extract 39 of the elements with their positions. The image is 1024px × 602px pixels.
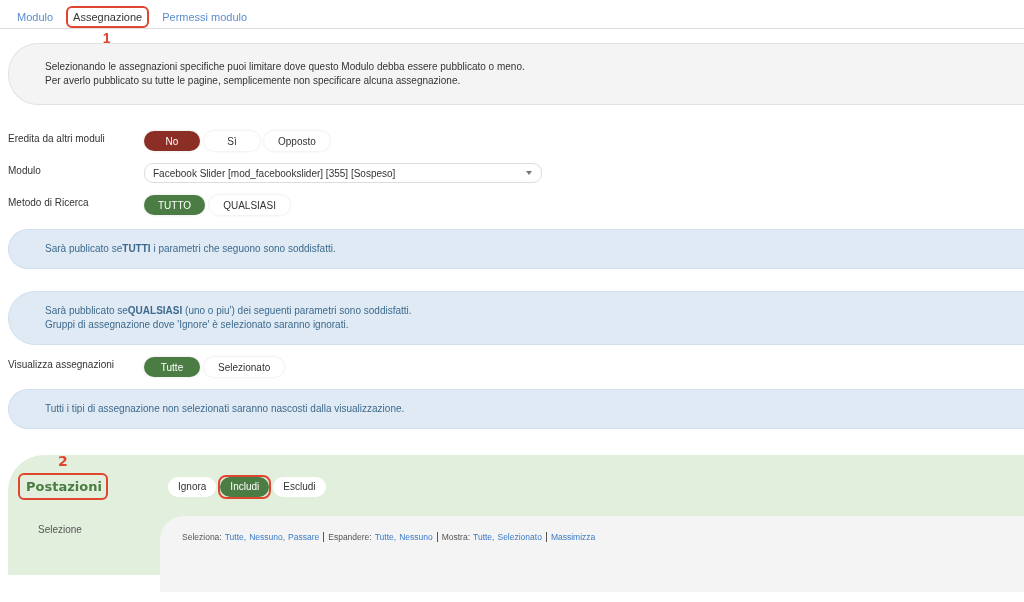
link-group-label: Mostra: bbox=[441, 532, 471, 542]
toggle-option[interactable]: Escludi bbox=[273, 476, 326, 497]
tab[interactable]: Modulo bbox=[10, 6, 61, 28]
caret-icon bbox=[525, 170, 533, 176]
toggle-option[interactable]: QUALSIASI bbox=[209, 195, 290, 215]
step-number: 2 bbox=[58, 453, 68, 469]
action-link[interactable]: Massimizza bbox=[550, 532, 596, 542]
notice-text: Selezionando le assegnazioni specifiche puoi limitare dove questo Modulo debba essere pubblicato o meno. bbox=[45, 60, 526, 74]
module-dropdown[interactable]: Facebook Slider [mod_facebookslider] [355] [Sospeso] bbox=[144, 163, 542, 183]
action-link[interactable]: Tutte, bbox=[374, 532, 397, 542]
action-link[interactable]: Nessuno bbox=[399, 532, 433, 542]
toggle-option[interactable]: TUTTO bbox=[144, 195, 206, 215]
toggle-option[interactable]: Includi bbox=[220, 476, 270, 497]
field-label: Visualizza assegnazioni bbox=[8, 358, 115, 370]
action-link[interactable]: Passare bbox=[288, 532, 320, 542]
toggle-option[interactable]: Ignora bbox=[168, 476, 217, 497]
action-link[interactable]: Nessuno, bbox=[249, 532, 286, 542]
toggle-option[interactable]: Tutte bbox=[144, 357, 200, 377]
action-link[interactable]: Selezionato bbox=[497, 532, 542, 542]
toggle-option[interactable]: No bbox=[144, 131, 200, 151]
toggle-option[interactable]: Selezionato bbox=[204, 357, 285, 377]
toggle-option[interactable]: Opposto bbox=[264, 131, 330, 151]
action-link[interactable]: Tutte, bbox=[473, 532, 495, 542]
field-label: Eredita da altri moduli bbox=[8, 132, 106, 144]
tab[interactable]: Permessi modulo bbox=[155, 6, 255, 28]
link-group-label: Espandere: bbox=[328, 532, 372, 542]
action-link[interactable]: Tutte, bbox=[224, 532, 247, 542]
notice-text: Tutti i tipi di assegnazione non selezionati saranno nascosti dalla visualizzazione. bbox=[45, 402, 406, 416]
link-group-label: Seleziona: bbox=[182, 532, 222, 542]
field-label: Metodo di Ricerca bbox=[8, 196, 90, 208]
notice-text: Gruppi di assegnazione dove 'Ignore' è selezionato saranno ignorati. bbox=[45, 318, 350, 332]
notice-text: Per averlo pubblicato su tutte le pagine, semplicemente non specificare alcuna assegnazione. bbox=[45, 74, 462, 88]
notice-text: Sarà publicato seTUTTI i parametri che seguono sono soddisfatti. bbox=[45, 242, 337, 256]
notice-text: Sarà pubblicato seQUALSIASI (uno o piu') dei seguenti parametri sono soddisfatti. bbox=[45, 304, 413, 318]
panel-title: Postazioni bbox=[26, 479, 102, 494]
toggle-option[interactable]: Sì bbox=[204, 131, 260, 151]
field-label: Selezione bbox=[37, 523, 83, 537]
field-label: Modulo bbox=[8, 164, 42, 176]
step-number: 1 bbox=[102, 30, 111, 46]
